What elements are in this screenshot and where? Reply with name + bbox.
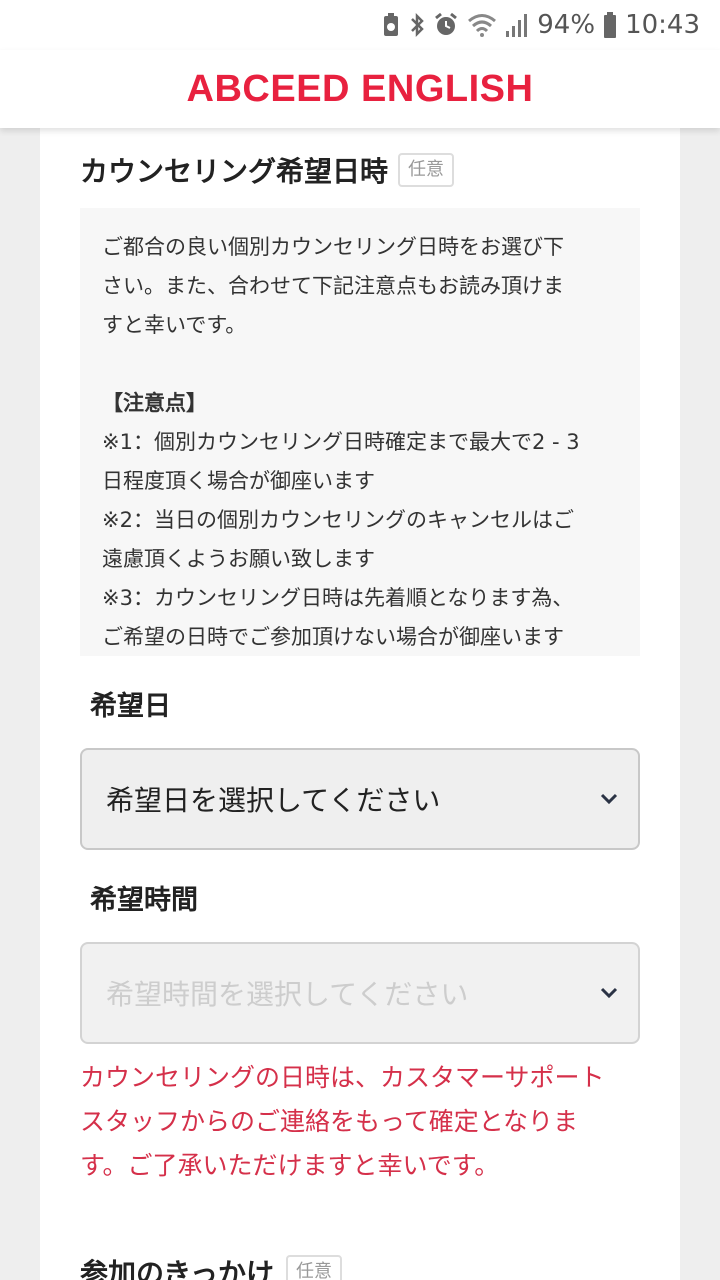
warning-line: す。ご了承いただけますと幸いです。 [80,1151,500,1180]
warning-line: スタッフからのご連絡をもって確定となりま [80,1107,579,1136]
status-bar: 94% 10:43 [0,0,720,50]
notice-item: 日程度頂く場合が御座います [102,469,375,493]
time-select-placeholder: 希望時間を選択してください [106,978,469,1011]
notice-item: ※3：カウンセリング日時は先着順となります為、 [102,586,574,610]
section-title: カウンセリング希望日時 [80,155,389,188]
app-header: ABCEED ENGLISH [0,50,720,128]
time-label: 希望時間 [90,885,198,916]
section-title-row: カウンセリング希望日時 任意 [80,150,455,190]
optional-badge: 任意 [286,1255,343,1280]
date-label: 希望日 [90,691,171,722]
clock: 10:43 [625,10,700,40]
notice-item: ご希望の日時でご参加頂けない場合が御座います [102,625,564,649]
next-section-title: 参加のきっかけ [80,1257,275,1280]
notice-heading: 【注意点】 [102,391,207,415]
date-select-placeholder: 希望日を選択してください [106,784,441,817]
wifi-icon [467,12,497,38]
optional-badge: 任意 [398,153,455,187]
notice-intro-line: すと幸いです。 [102,313,247,337]
chevron-down-icon [600,987,618,999]
bluetooth-icon [409,12,425,38]
battery-percent: 94% [537,10,596,40]
next-section-title-row: 参加のきっかけ 任意 [80,1252,343,1280]
notice-item: ※2：当日の個別カウンセリングのキャンセルはご [102,508,574,532]
notice-box: ご都合の良い個別カウンセリング日時をお選び下 さい。また、合わせて下記注意点もお… [80,208,640,656]
cleaner-icon [381,12,401,38]
alarm-icon [433,12,459,38]
time-select[interactable]: 希望時間を選択してください [80,942,640,1044]
chevron-down-icon [600,793,618,805]
battery-icon [603,12,617,38]
confirmation-warning: カウンセリングの日時は、カスタマーサポート スタッフからのご連絡をもって確定とな… [80,1056,650,1188]
brand-logo: ABCEED ENGLISH [186,67,534,110]
notice-intro-line: さい。また、合わせて下記注意点もお読み頂けま [102,274,564,298]
notice-intro-line: ご都合の良い個別カウンセリング日時をお選び下 [102,235,564,259]
date-select[interactable]: 希望日を選択してください [80,748,640,850]
notice-item: ※1：個別カウンセリング日時確定まで最大で2 - 3 [102,430,580,454]
warning-line: カウンセリングの日時は、カスタマーサポート [80,1063,605,1092]
notice-item: 遠慮頂くようお願い致します [102,547,375,571]
signal-icon [505,12,529,38]
